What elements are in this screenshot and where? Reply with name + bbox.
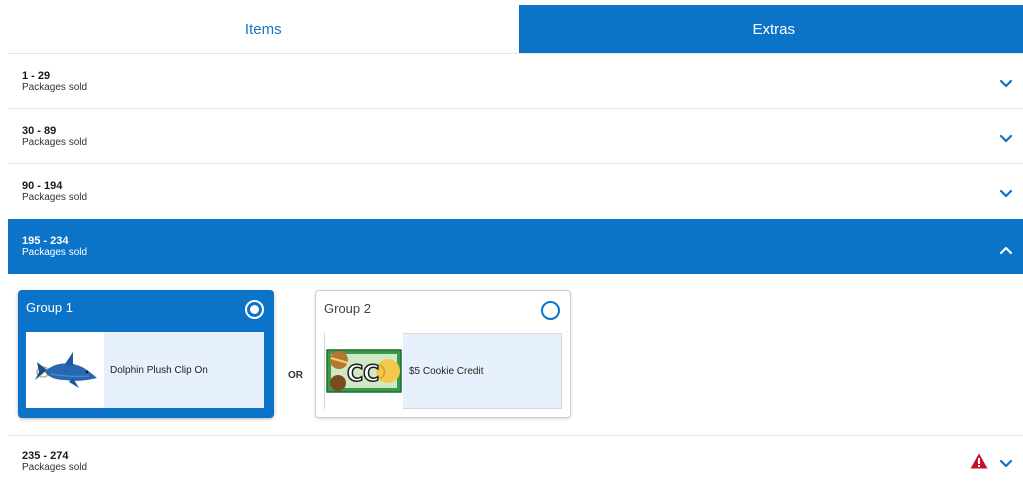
group-2-radio[interactable] (541, 301, 560, 320)
cookie-credit-image: CC (325, 333, 403, 409)
tier-subtitle: Packages sold (22, 136, 88, 148)
group-1-label: Group 1 (26, 300, 73, 315)
or-separator: OR (288, 370, 303, 381)
tab-extras[interactable]: Extras (518, 5, 1023, 53)
tier-row[interactable]: 1 - 29 Packages sold (8, 53, 1023, 108)
tab-items[interactable]: Items (8, 5, 519, 53)
warning-icon (970, 453, 988, 469)
svg-text:CC: CC (347, 362, 379, 387)
tier-subtitle: Packages sold (22, 247, 88, 258)
tier-range: 90 - 194 (22, 179, 63, 192)
tier-row[interactable]: 90 - 194 Packages sold (8, 163, 1023, 218)
item-name: Dolphin Plush Clip On (110, 364, 208, 376)
group-2-card[interactable]: Group 2 CC $5 Cookie Credit (315, 290, 571, 418)
tier-row[interactable]: 235 - 274 Packages sold (8, 435, 1023, 486)
dolphin-plush-image (26, 332, 104, 408)
chevron-down-icon[interactable] (999, 457, 1013, 471)
tab-items-label: Items (244, 20, 282, 38)
tier-range: 195 - 234 (22, 235, 69, 247)
group-1-item: Dolphin Plush Clip On (26, 332, 264, 408)
tier-subtitle: Packages sold (22, 461, 88, 473)
tier-subtitle: Packages sold (22, 191, 88, 203)
reward-groups: Group 1 Dolphin Plush Clip On OR Group 2… (18, 290, 618, 420)
group-2-label: Group 2 (324, 301, 371, 316)
chevron-down-icon[interactable] (999, 77, 1013, 91)
item-name: $5 Cookie Credit (409, 365, 484, 377)
tier-range: 235 - 274 (22, 449, 69, 462)
group-1-card[interactable]: Group 1 Dolphin Plush Clip On (18, 290, 274, 418)
tier-subtitle: Packages sold (22, 81, 88, 93)
tier-range: 30 - 89 (22, 124, 57, 137)
chevron-up-icon[interactable] (999, 243, 1013, 257)
group-1-radio[interactable] (245, 300, 264, 319)
tab-extras-label: Extras (752, 20, 795, 38)
chevron-down-icon[interactable] (999, 132, 1013, 146)
tab-bar: Items Extras (8, 5, 1023, 53)
tier-row[interactable]: 30 - 89 Packages sold (8, 108, 1023, 163)
extras-screen: Items Extras 1 - 29 Packages sold 30 - 8… (0, 0, 1023, 486)
chevron-down-icon[interactable] (999, 187, 1013, 201)
tier-row-expanded[interactable]: 195 - 234 Packages sold (8, 219, 1023, 274)
group-2-item: CC $5 Cookie Credit (324, 333, 562, 409)
tier-range: 1 - 29 (22, 69, 51, 82)
